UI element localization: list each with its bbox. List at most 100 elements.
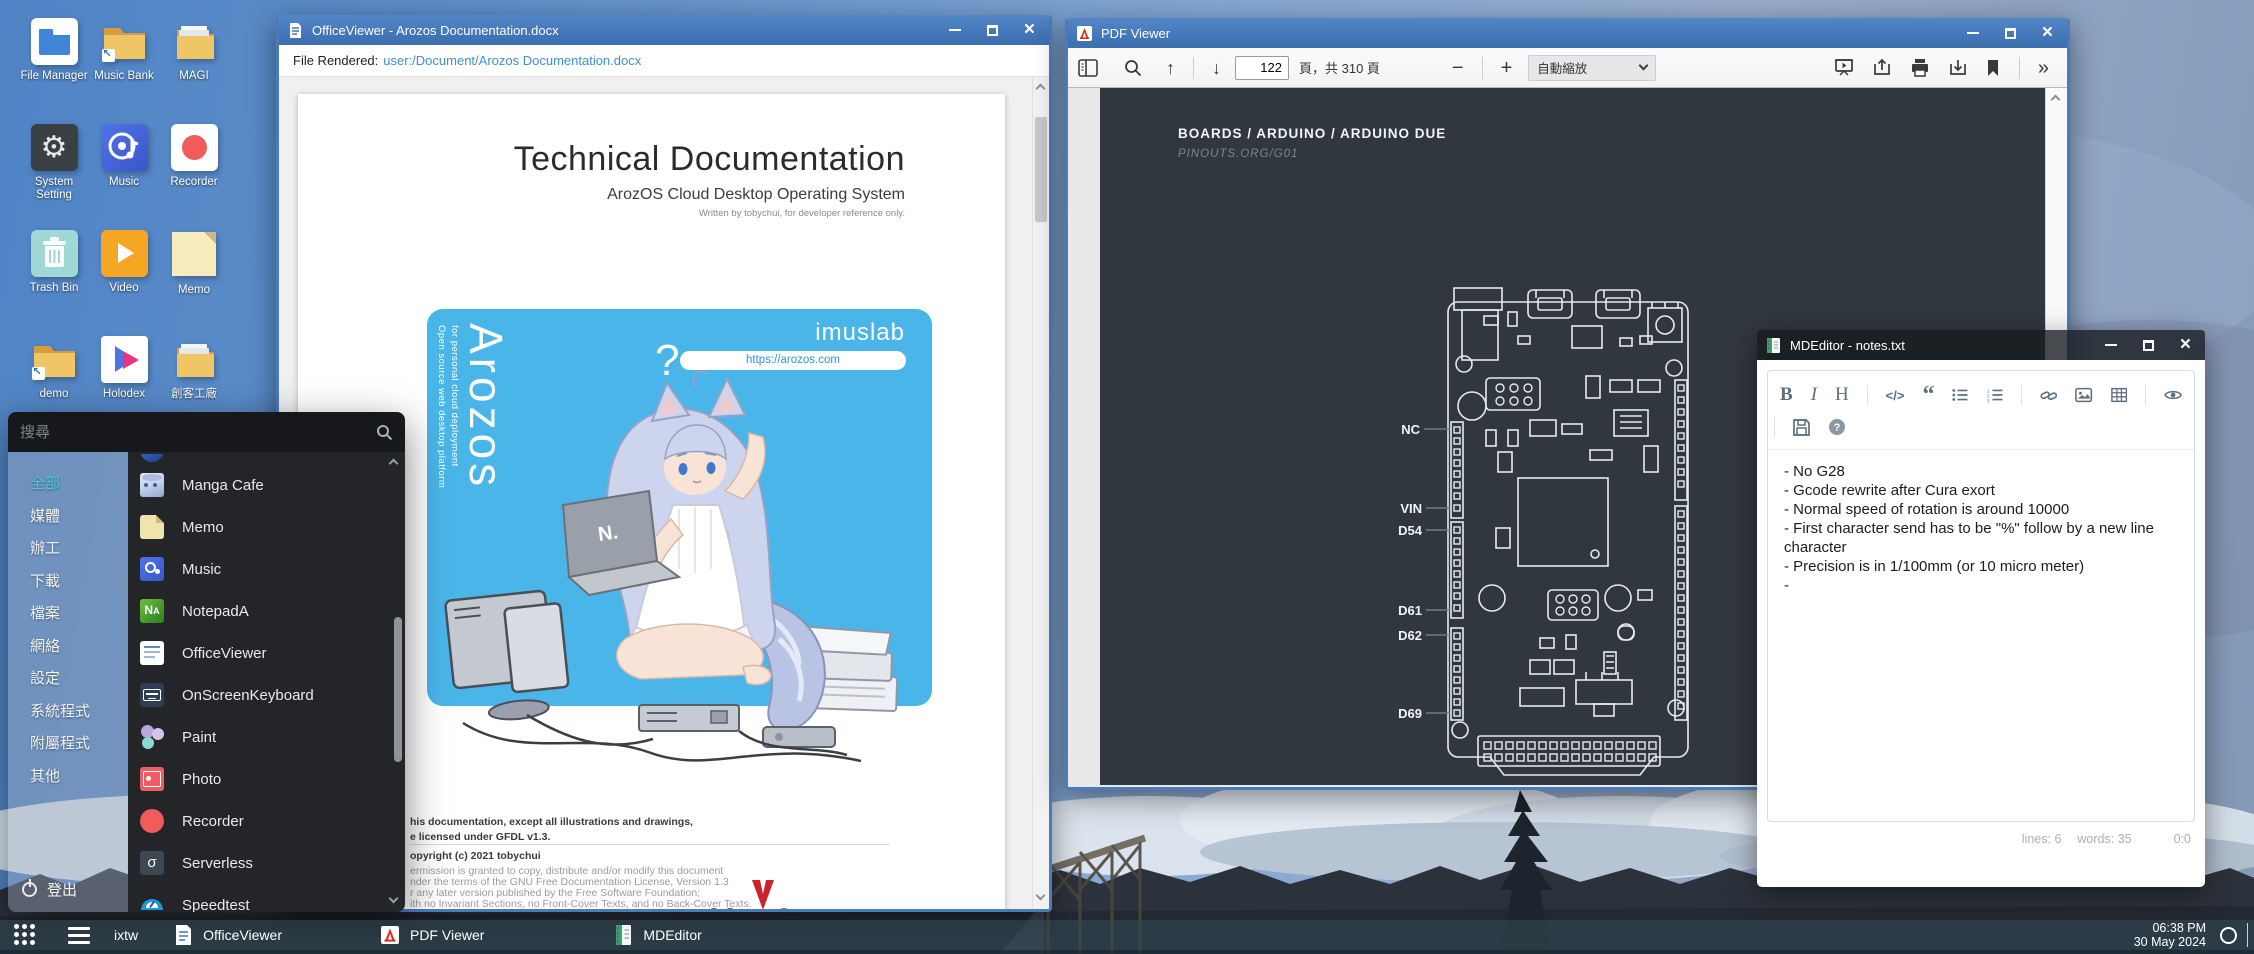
app-row-onscreenkeyboard[interactable]: OnScreenKeyboard [128, 674, 405, 716]
taskbar-item-mdeditor[interactable]: MDEditor [614, 924, 701, 946]
presentation-mode-icon[interactable] [1834, 58, 1854, 77]
taskbar-item-officeviewer[interactable]: OfficeViewer [174, 924, 282, 946]
category-others[interactable]: 其他 [8, 761, 128, 794]
scroll-up-icon[interactable] [2051, 95, 2061, 105]
ordered-list-icon[interactable]: 123 [1987, 387, 2003, 403]
officeviewer-titlebar[interactable]: OfficeViewer - Arozos Documentation.docx… [279, 15, 1049, 45]
zoom-mode-select[interactable]: 自動縮放 [1528, 55, 1656, 81]
desktop-icon-magi[interactable]: MAGI [160, 18, 228, 83]
officeviewer-icon [140, 641, 164, 665]
desktop-icon-system-setting[interactable]: ⚙ System Setting [20, 124, 88, 202]
scrollbar-thumb[interactable] [1035, 117, 1047, 222]
markdown-textarea[interactable]: - No G28 - Gcode rewrite after Cura exor… [1768, 450, 2194, 607]
desktop-icon-holodex[interactable]: Holodex [90, 336, 158, 401]
app-row-speedtest[interactable]: Speedtest [128, 884, 405, 912]
category-media[interactable]: 媒體 [8, 501, 128, 534]
mdeditor-body: B I H </> “ 123 [1757, 360, 2205, 887]
taskbar-item-pdf-viewer[interactable]: PDF Viewer [380, 925, 484, 945]
previous-page-button[interactable]: ↑ [1166, 59, 1175, 77]
desktop-icon-trash-bin[interactable]: Trash Bin [20, 230, 88, 295]
more-tools-button[interactable]: » [2038, 58, 2049, 78]
category-accessories[interactable]: 附屬程式 [8, 728, 128, 761]
app-row-officeviewer[interactable]: OfficeViewer [128, 632, 405, 674]
save-icon[interactable] [1793, 419, 1810, 436]
desktop-icon-maker-folder[interactable]: 創客工廠 [160, 336, 228, 401]
download-icon[interactable] [1948, 58, 1968, 77]
pdf-titlebar[interactable]: PDF Viewer × [1068, 18, 2067, 48]
file-path-link[interactable]: user:/Document/Arozos Documentation.docx [383, 53, 641, 68]
scroll-down-icon[interactable] [1036, 891, 1046, 901]
search-input[interactable] [20, 424, 376, 441]
preview-eye-icon[interactable] [2164, 388, 2182, 402]
close-button[interactable]: × [2042, 26, 2053, 40]
desktop-icon-demo[interactable]: demo [20, 336, 88, 401]
open-file-icon[interactable] [1872, 58, 1892, 77]
pin-label-nc: NC [1401, 422, 1420, 437]
image-icon[interactable] [2075, 387, 2092, 403]
category-network[interactable]: 網絡 [8, 631, 128, 664]
close-button[interactable]: × [1024, 23, 1035, 37]
minimize-button[interactable] [1967, 32, 1979, 34]
status-circle-icon[interactable] [2220, 927, 2237, 944]
app-row-notepada[interactable]: NA NotepadA [128, 590, 405, 632]
heading-button[interactable]: H [1835, 384, 1849, 406]
category-office[interactable]: 辦工 [8, 533, 128, 566]
app-row-memo[interactable]: Memo [128, 506, 405, 548]
document-scrollbar[interactable] [1032, 77, 1049, 909]
app-row-manga-cafe[interactable]: Manga Cafe [128, 464, 405, 506]
sidebar-toggle-icon[interactable] [1078, 59, 1098, 77]
search-icon[interactable] [376, 424, 393, 441]
app-row-paint[interactable]: Paint [128, 716, 405, 758]
next-page-button[interactable]: ↓ [1212, 59, 1221, 77]
scrollbar-thumb[interactable] [394, 617, 402, 762]
category-settings[interactable]: 設定 [8, 663, 128, 696]
desktop-icon-memo[interactable]: Memo [160, 230, 228, 297]
page-number-input[interactable] [1235, 56, 1289, 80]
unordered-list-icon[interactable] [1952, 387, 1968, 403]
minimize-button[interactable] [2105, 344, 2117, 346]
code-button[interactable]: </> [1886, 388, 1905, 403]
category-files[interactable]: 檔案 [8, 598, 128, 631]
maximize-button[interactable] [2143, 340, 2154, 351]
minimize-button[interactable] [949, 29, 961, 31]
zoom-in-button[interactable]: + [1501, 58, 1513, 78]
editor-container: B I H </> “ 123 [1767, 370, 2195, 822]
desktop-screen: File Manager Music Bank MAGI ⚙ System Se… [0, 0, 2254, 954]
category-system[interactable]: 系統程式 [8, 696, 128, 729]
desktop-icon-music-bank[interactable]: Music Bank [90, 18, 158, 83]
app-row-music[interactable]: Music [128, 548, 405, 590]
app-list-scrollbar[interactable] [393, 452, 403, 912]
desktop-icon-file-manager[interactable]: File Manager [20, 18, 88, 83]
italic-button[interactable]: I [1811, 384, 1817, 406]
bookmark-icon[interactable] [1986, 59, 2000, 77]
maximize-button[interactable] [987, 25, 998, 36]
pdf-toolbar: ↑ ↓ 頁，共 310 頁 − + 自動縮放 » [1068, 48, 2067, 88]
arduino-due-board-diagram: NC VIN D54 D61 D62 D69 [1390, 280, 1730, 780]
quote-button[interactable]: “ [1922, 390, 1934, 400]
taskbar-clock[interactable]: 06:38 PM 30 May 2024 [2134, 921, 2206, 949]
mdeditor-titlebar[interactable]: MDEditor - notes.txt × [1757, 330, 2205, 360]
zoom-out-button[interactable]: − [1452, 58, 1464, 78]
scroll-up-icon[interactable] [1036, 84, 1046, 94]
app-row-partial[interactable] [128, 454, 405, 464]
category-download[interactable]: 下載 [8, 566, 128, 599]
table-icon[interactable] [2111, 387, 2127, 403]
desktop-icon-recorder[interactable]: Recorder [160, 124, 228, 189]
window-title: OfficeViewer - Arozos Documentation.docx [312, 23, 949, 38]
desktop-icon-video[interactable]: Video [90, 230, 158, 295]
link-icon[interactable] [2040, 387, 2057, 404]
maximize-button[interactable] [2005, 28, 2016, 39]
print-icon[interactable] [1910, 58, 1930, 77]
menu-hamburger-icon[interactable] [68, 927, 90, 944]
category-all[interactable]: 全部 [8, 468, 128, 501]
logout-button[interactable]: 登出 [22, 879, 77, 900]
help-icon[interactable]: ? [1828, 418, 1846, 436]
desktop-icon-music[interactable]: Music [90, 124, 158, 189]
bold-button[interactable]: B [1780, 384, 1793, 406]
app-row-serverless[interactable]: σ Serverless [128, 842, 405, 884]
search-icon[interactable] [1124, 59, 1142, 77]
app-launcher-icon[interactable] [14, 924, 36, 946]
close-button[interactable]: × [2180, 338, 2191, 352]
app-row-recorder[interactable]: Recorder [128, 800, 405, 842]
app-row-photo[interactable]: Photo [128, 758, 405, 800]
